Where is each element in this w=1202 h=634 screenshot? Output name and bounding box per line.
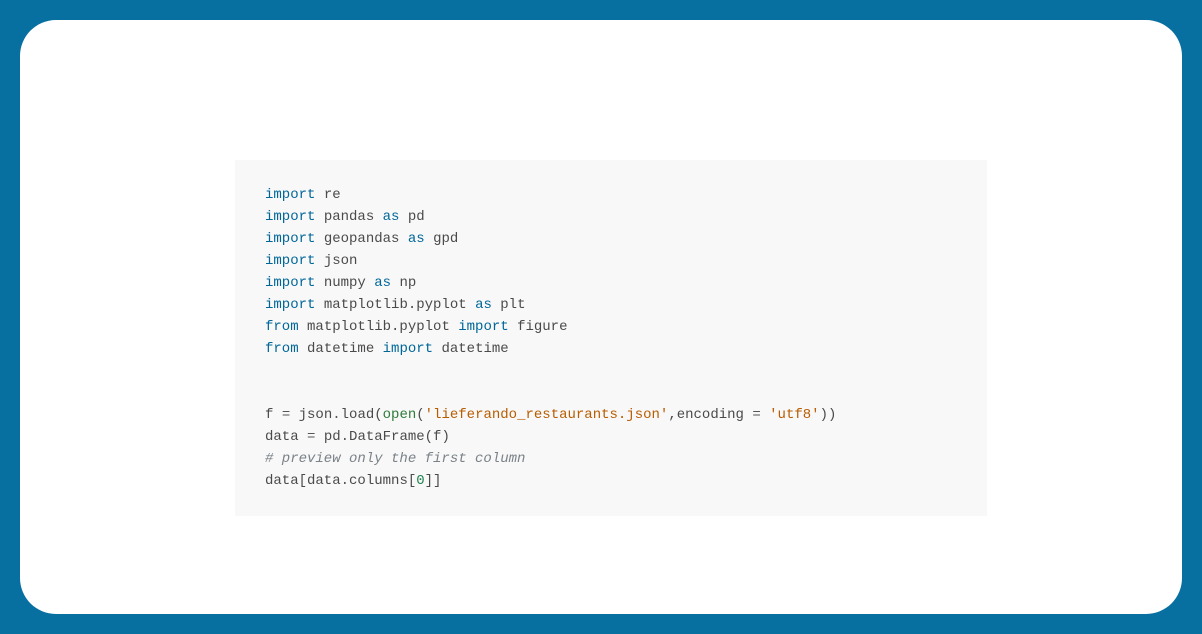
- code-token: import: [265, 187, 315, 203]
- code-token: [366, 275, 374, 291]
- code-line: f = json.load(open('lieferando_restauran…: [265, 404, 957, 426]
- code-token: from: [265, 341, 299, 357]
- code-token: 'utf8': [769, 407, 819, 423]
- code-token: [399, 209, 407, 225]
- code-token: =: [282, 407, 290, 423]
- code-token: [315, 187, 323, 203]
- code-token: ,encoding: [668, 407, 752, 423]
- code-token: [315, 253, 323, 269]
- code-token: 0: [416, 473, 424, 489]
- code-line: from matplotlib.pyplot import figure: [265, 316, 957, 338]
- code-token: [299, 319, 307, 335]
- code-token: [399, 231, 407, 247]
- code-token: [761, 407, 769, 423]
- code-token: [315, 231, 323, 247]
- code-token: columns[: [349, 473, 416, 489]
- code-token: )): [820, 407, 837, 423]
- code-token: load(: [341, 407, 383, 423]
- code-token: [374, 341, 382, 357]
- code-token: import: [265, 275, 315, 291]
- code-token: json: [324, 253, 358, 269]
- code-token: 'lieferando_restaurants.json': [425, 407, 669, 423]
- code-token: .: [341, 473, 349, 489]
- code-line: [265, 360, 957, 382]
- code-token: data: [265, 429, 307, 445]
- code-token: DataFrame(f): [349, 429, 450, 445]
- code-token: as: [374, 275, 391, 291]
- code-token: [299, 341, 307, 357]
- code-token: np: [399, 275, 416, 291]
- code-token: f: [265, 407, 282, 423]
- code-line: data = pd.DataFrame(f): [265, 426, 957, 448]
- code-token: (: [416, 407, 424, 423]
- code-token: .: [332, 407, 340, 423]
- code-token: numpy: [324, 275, 366, 291]
- code-token: matplotlib.pyplot: [324, 297, 467, 313]
- code-line: import matplotlib.pyplot as plt: [265, 294, 957, 316]
- code-token: plt: [500, 297, 525, 313]
- code-token: pd: [408, 209, 425, 225]
- code-line: data[data.columns[0]]: [265, 470, 957, 492]
- code-token: from: [265, 319, 299, 335]
- code-token: datetime: [433, 341, 509, 357]
- code-token: .: [341, 429, 349, 445]
- code-token: [425, 231, 433, 247]
- code-token: pandas: [324, 209, 374, 225]
- code-token: matplotlib.pyplot: [307, 319, 450, 335]
- code-token: [450, 319, 458, 335]
- code-line: import numpy as np: [265, 272, 957, 294]
- code-token: pd: [315, 429, 340, 445]
- code-token: [315, 209, 323, 225]
- code-token: [467, 297, 475, 313]
- code-token: import: [265, 253, 315, 269]
- code-token: data[data: [265, 473, 341, 489]
- code-token: ]]: [425, 473, 442, 489]
- code-token: geopandas: [324, 231, 400, 247]
- code-token: as: [475, 297, 492, 313]
- page-card: import reimport pandas as pdimport geopa…: [20, 20, 1182, 614]
- code-line: import geopandas as gpd: [265, 228, 957, 250]
- code-block: import reimport pandas as pdimport geopa…: [235, 160, 987, 516]
- code-line: # preview only the first column: [265, 448, 957, 470]
- code-token: [374, 209, 382, 225]
- code-token: datetime: [307, 341, 374, 357]
- code-token: # preview only the first column: [265, 451, 525, 467]
- code-line: from datetime import datetime: [265, 338, 957, 360]
- code-token: =: [752, 407, 760, 423]
- code-token: [315, 297, 323, 313]
- code-line: import re: [265, 184, 957, 206]
- code-line: [265, 382, 957, 404]
- code-token: json: [290, 407, 332, 423]
- code-token: import: [383, 341, 433, 357]
- code-token: import: [265, 231, 315, 247]
- code-token: as: [408, 231, 425, 247]
- code-line: import json: [265, 250, 957, 272]
- code-token: [315, 275, 323, 291]
- code-token: gpd: [433, 231, 458, 247]
- code-token: open: [383, 407, 417, 423]
- code-token: figure: [509, 319, 568, 335]
- code-token: re: [324, 187, 341, 203]
- code-token: import: [458, 319, 508, 335]
- code-line: import pandas as pd: [265, 206, 957, 228]
- code-token: as: [383, 209, 400, 225]
- code-token: import: [265, 209, 315, 225]
- code-token: import: [265, 297, 315, 313]
